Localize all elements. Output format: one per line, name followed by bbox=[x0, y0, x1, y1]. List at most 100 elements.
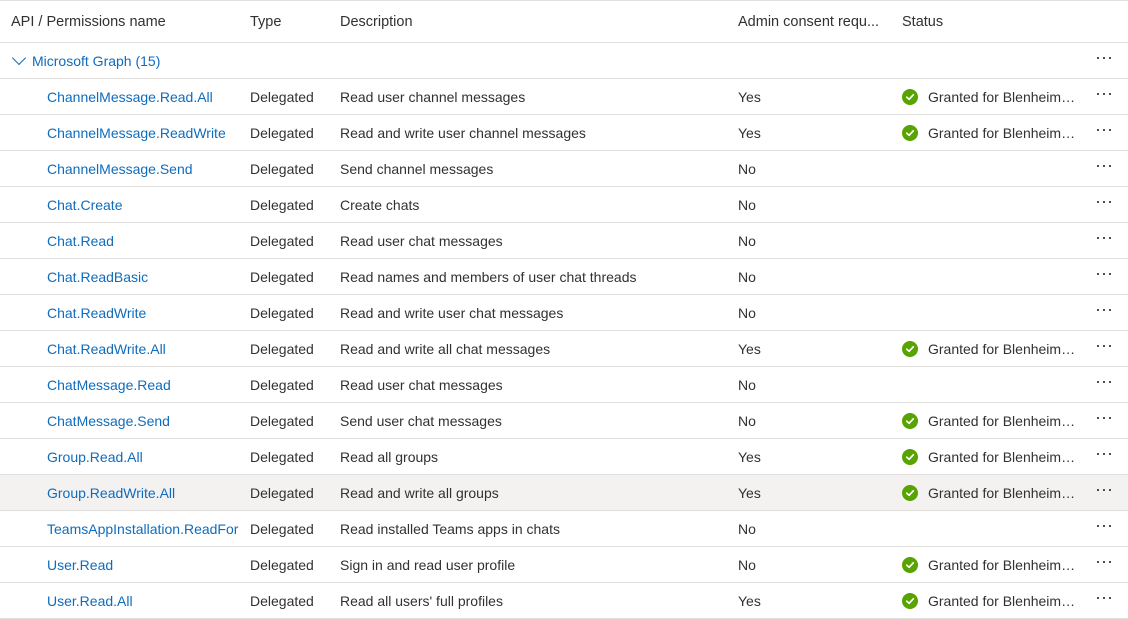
permission-name-link[interactable]: ChannelMessage.Send bbox=[47, 161, 193, 177]
grid-header: API / Permissions name Type Description … bbox=[0, 0, 1128, 43]
permission-description: Read user channel messages bbox=[340, 88, 526, 105]
permission-name-link[interactable]: User.Read bbox=[47, 557, 113, 573]
row-more-button[interactable]: ··· bbox=[1088, 367, 1120, 402]
group-toggle[interactable]: Microsoft Graph (15) bbox=[11, 43, 160, 78]
permission-name-cell: TeamsAppInstallation.ReadForCh bbox=[47, 511, 239, 546]
permission-row[interactable]: Chat.Read Delegated Read user chat message… bbox=[0, 223, 1128, 259]
permission-status: Granted for Blenheim C... bbox=[902, 331, 1082, 366]
permission-row[interactable]: Chat.ReadBasic Delegated Read names and me… bbox=[0, 259, 1128, 295]
check-circle-icon bbox=[902, 556, 918, 573]
row-more-button[interactable]: ··· bbox=[1088, 79, 1120, 114]
permission-row[interactable]: User.Read Delegated Sign in and read user … bbox=[0, 547, 1128, 583]
permission-name-link[interactable]: Chat.Create bbox=[47, 197, 122, 213]
permissions-grid: API / Permissions name Type Description … bbox=[0, 0, 1128, 619]
permission-name-link[interactable]: TeamsAppInstallation.ReadForCh bbox=[47, 521, 239, 537]
permission-row[interactable]: ChatMessage.Read Delegated Read user chat … bbox=[0, 367, 1128, 403]
column-header-description[interactable]: Description bbox=[340, 1, 730, 42]
permission-name-cell: Chat.Read bbox=[47, 223, 239, 258]
permission-type: Delegated bbox=[250, 412, 314, 429]
permission-name-link[interactable]: ChannelMessage.Read.All bbox=[47, 89, 213, 105]
status-text: Granted for Blenheim C... bbox=[928, 592, 1078, 609]
permission-type: Delegated bbox=[250, 304, 314, 321]
permission-row[interactable]: Chat.Create Delegated Create chats No ··· bbox=[0, 187, 1128, 223]
permission-status: Granted for Blenheim C... bbox=[902, 439, 1082, 474]
check-circle-icon bbox=[902, 124, 918, 141]
more-horizontal-icon: ··· bbox=[1095, 334, 1113, 355]
more-horizontal-icon: ··· bbox=[1095, 298, 1113, 319]
admin-consent-required: Yes bbox=[738, 88, 761, 105]
permission-row[interactable]: ChatMessage.Send Delegated Send user chat … bbox=[0, 403, 1128, 439]
row-more-button[interactable]: ··· bbox=[1088, 187, 1120, 222]
permission-name-link[interactable]: Chat.ReadWrite.All bbox=[47, 341, 166, 357]
permission-name-link[interactable]: ChannelMessage.ReadWrite bbox=[47, 125, 226, 141]
row-more-button[interactable]: ··· bbox=[1088, 223, 1120, 258]
row-more-button[interactable]: ··· bbox=[1088, 511, 1120, 546]
row-more-button[interactable]: ··· bbox=[1088, 259, 1120, 294]
row-more-button[interactable]: ··· bbox=[1088, 115, 1120, 150]
permission-name-link[interactable]: Chat.ReadWrite bbox=[47, 305, 146, 321]
column-header-status[interactable]: Status bbox=[902, 1, 1082, 42]
more-horizontal-icon: ··· bbox=[1095, 406, 1113, 427]
permission-row[interactable]: Chat.ReadWrite.All Delegated Read and writ… bbox=[0, 331, 1128, 367]
permission-name-cell: ChannelMessage.Read.All bbox=[47, 79, 239, 114]
row-more-button[interactable]: ··· bbox=[1088, 151, 1120, 186]
permission-name-cell: Group.Read.All bbox=[47, 439, 239, 474]
check-circle-icon bbox=[902, 88, 918, 105]
permission-name-link[interactable]: Chat.Read bbox=[47, 233, 114, 249]
group-label[interactable]: Microsoft Graph (15) bbox=[32, 53, 160, 69]
permission-row[interactable]: ChannelMessage.Read.All Delegated Read use… bbox=[0, 79, 1128, 115]
permission-type: Delegated bbox=[250, 124, 314, 141]
permission-row[interactable]: TeamsAppInstallation.ReadForCh Delegated R… bbox=[0, 511, 1128, 547]
group-more-button[interactable]: ··· bbox=[1088, 43, 1120, 78]
row-more-button[interactable]: ··· bbox=[1088, 583, 1120, 618]
row-more-button[interactable]: ··· bbox=[1088, 331, 1120, 366]
permission-type: Delegated bbox=[250, 160, 314, 177]
row-more-button[interactable]: ··· bbox=[1088, 475, 1120, 510]
permission-row[interactable]: ChannelMessage.Send Delegated Send channel… bbox=[0, 151, 1128, 187]
permission-row[interactable]: Chat.ReadWrite Delegated Read and write us… bbox=[0, 295, 1128, 331]
permission-row[interactable]: ChannelMessage.ReadWrite Delegated Read an… bbox=[0, 115, 1128, 151]
admin-consent-required: Yes bbox=[738, 448, 761, 465]
column-header-name[interactable]: API / Permissions name bbox=[11, 1, 241, 42]
permission-description: Read and write all chat messages bbox=[340, 340, 551, 357]
permission-description: Read installed Teams apps in chats bbox=[340, 520, 560, 537]
permission-name-link[interactable]: Chat.ReadBasic bbox=[47, 269, 148, 285]
permission-description: Read and write all groups bbox=[340, 484, 499, 501]
permission-name-cell: Group.ReadWrite.All bbox=[47, 475, 239, 510]
permission-name-link[interactable]: User.Read.All bbox=[47, 593, 133, 609]
row-more-button[interactable]: ··· bbox=[1088, 547, 1120, 582]
permission-row[interactable]: Group.ReadWrite.All Delegated Read and wri… bbox=[0, 475, 1128, 511]
status-text: Granted for Blenheim C... bbox=[928, 88, 1078, 105]
permission-description: Read all users' full profiles bbox=[340, 592, 503, 609]
status-text: Granted for Blenheim C... bbox=[928, 124, 1078, 141]
group-row-microsoft-graph: Microsoft Graph (15) ··· bbox=[0, 43, 1128, 79]
permission-description: Read and write user channel messages bbox=[340, 124, 586, 141]
more-horizontal-icon: ··· bbox=[1095, 514, 1113, 535]
permission-type: Delegated bbox=[250, 88, 314, 105]
permission-name-cell: ChannelMessage.ReadWrite bbox=[47, 115, 239, 150]
check-circle-icon bbox=[902, 340, 918, 357]
permission-type: Delegated bbox=[250, 196, 314, 213]
permission-status bbox=[902, 187, 1082, 222]
row-more-button[interactable]: ··· bbox=[1088, 295, 1120, 330]
more-horizontal-icon: ··· bbox=[1095, 190, 1113, 211]
permission-status bbox=[902, 295, 1082, 330]
admin-consent-required: No bbox=[738, 304, 756, 321]
permission-name-cell: ChatMessage.Send bbox=[47, 403, 239, 438]
permission-name-link[interactable]: Group.ReadWrite.All bbox=[47, 485, 175, 501]
permission-description: Send user chat messages bbox=[340, 412, 502, 429]
row-more-button[interactable]: ··· bbox=[1088, 439, 1120, 474]
more-horizontal-icon: ··· bbox=[1095, 262, 1113, 283]
permission-name-link[interactable]: ChatMessage.Send bbox=[47, 413, 170, 429]
column-header-admin-consent[interactable]: Admin consent requ... bbox=[738, 1, 888, 42]
permission-row[interactable]: User.Read.All Delegated Read all users' fu… bbox=[0, 583, 1128, 619]
row-more-button[interactable]: ··· bbox=[1088, 403, 1120, 438]
permission-name-link[interactable]: ChatMessage.Read bbox=[47, 377, 171, 393]
permission-row[interactable]: Group.Read.All Delegated Read all groups Ye… bbox=[0, 439, 1128, 475]
permission-status bbox=[902, 151, 1082, 186]
permission-name-link[interactable]: Group.Read.All bbox=[47, 449, 143, 465]
permission-description: Send channel messages bbox=[340, 160, 494, 177]
permission-type: Delegated bbox=[250, 556, 314, 573]
column-header-type[interactable]: Type bbox=[250, 1, 334, 42]
permission-type: Delegated bbox=[250, 268, 314, 285]
